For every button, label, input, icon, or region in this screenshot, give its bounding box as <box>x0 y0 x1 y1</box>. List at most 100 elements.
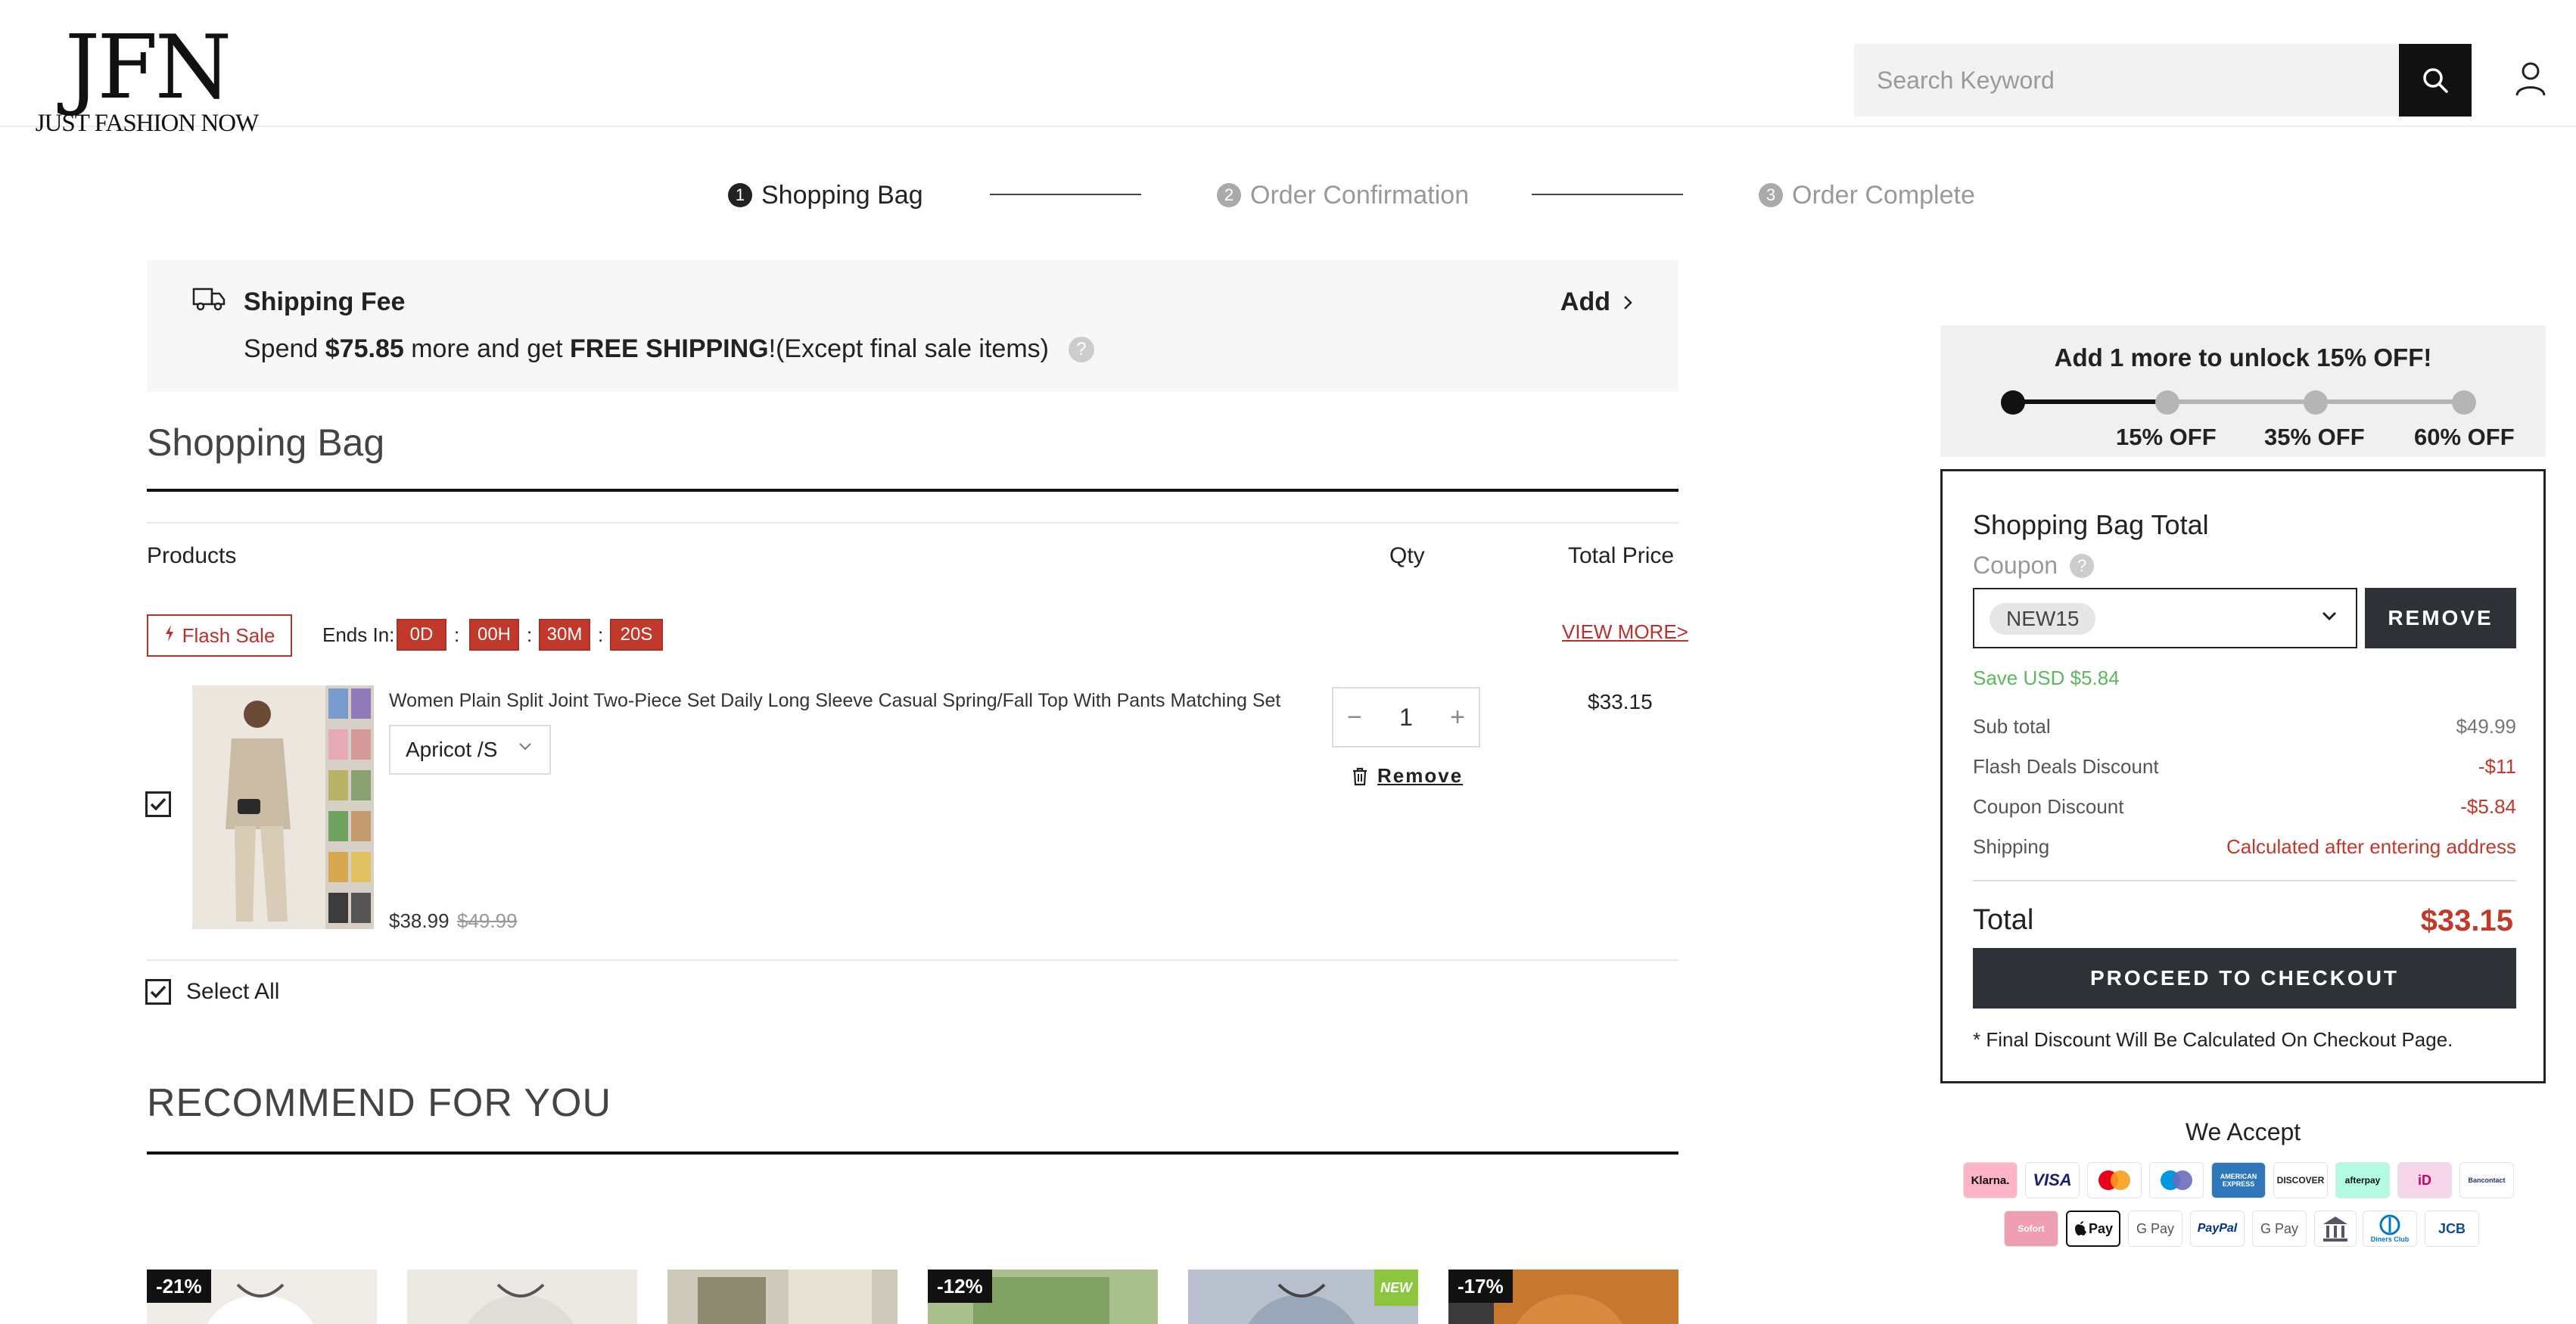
shipping-desc-pre: Spend <box>244 334 325 363</box>
coupon-label: Coupon ? <box>1973 552 2095 580</box>
final-discount-note: * Final Discount Will Be Calculated On C… <box>1973 1028 2453 1051</box>
flash-sale-tag[interactable]: Flash Sale <box>147 614 292 657</box>
mastercard-icon <box>2087 1162 2142 1198</box>
site-header: JFN JUST FASHION NOW <box>0 0 2576 136</box>
proceed-to-checkout-button[interactable]: PROCEED TO CHECKOUT <box>1973 948 2516 1009</box>
recommend-card[interactable]: NEW <box>1188 1270 1418 1324</box>
timer-days: 0D <box>397 619 446 651</box>
recommend-card[interactable]: -17% <box>1448 1270 1678 1324</box>
help-icon[interactable]: ? <box>1068 336 1094 362</box>
progress-tier-dot <box>2452 390 2476 415</box>
total-label: Total <box>1973 904 2034 936</box>
summary-row-shipping: Shipping Calculated after entering addre… <box>1973 835 2516 859</box>
column-header-total-price: Total Price <box>1568 543 1675 568</box>
bancontact-icon: Bancontact <box>2459 1162 2514 1198</box>
coupon-select[interactable]: NEW15 <box>1973 588 2357 648</box>
recommend-card[interactable] <box>667 1270 898 1324</box>
apple-pay-label: Pay <box>2088 1220 2114 1236</box>
progress-start-dot <box>2001 390 2025 415</box>
checkmark-icon <box>150 797 166 811</box>
section-divider <box>147 489 1678 492</box>
decrease-quantity-button[interactable]: − <box>1347 703 1362 732</box>
summary-title: Shopping Bag Total <box>1973 509 2209 540</box>
step-label: Shopping Bag <box>761 180 923 210</box>
chevron-down-icon <box>2322 611 2337 621</box>
new-badge: NEW <box>1374 1270 1418 1306</box>
discount-badge: -12% <box>928 1270 992 1303</box>
timer-separator: : <box>527 623 533 646</box>
discover-icon: DISCOVER <box>2273 1162 2328 1198</box>
summary-value: -$5.84 <box>2460 795 2516 818</box>
site-logo[interactable]: JFN JUST FASHION NOW <box>18 17 275 137</box>
step-number: 2 <box>1217 183 1241 207</box>
recommend-card[interactable]: -12% <box>928 1270 1158 1324</box>
increase-quantity-button[interactable]: + <box>1450 703 1465 732</box>
step-label: Order Complete <box>1792 180 1975 210</box>
order-summary: Shopping Bag Total Coupon ? NEW15 REMOVE… <box>1940 469 2546 1083</box>
flash-sale-label: Flash Sale <box>182 623 275 647</box>
chevron-down-icon <box>519 743 531 751</box>
visa-icon: VISA <box>2025 1162 2080 1198</box>
variant-select[interactable]: Apricot /S <box>389 725 551 775</box>
chevron-right-icon <box>1624 295 1632 309</box>
google-pay-icon: G Pay <box>2128 1211 2182 1247</box>
remove-item-button[interactable]: Remove <box>1352 764 1463 788</box>
variant-value: Apricot /S <box>406 738 498 761</box>
timer-hours: 00H <box>469 619 519 651</box>
divider <box>1973 880 2516 881</box>
search-button[interactable] <box>2399 44 2472 117</box>
diners-club-label: Diners Club <box>2370 1235 2410 1243</box>
recommend-card[interactable] <box>407 1270 637 1324</box>
step-shopping-bag: 1 Shopping Bag <box>728 174 923 216</box>
lightning-icon <box>164 624 175 648</box>
shipping-desc-mid: more and get <box>403 334 571 363</box>
summary-value: Calculated after entering address <box>2226 835 2516 858</box>
product-image[interactable] <box>192 685 374 929</box>
product-price: $38.99 <box>389 909 450 932</box>
summary-row-coupon-discount: Coupon Discount -$5.84 <box>1973 795 2516 819</box>
timer-minutes: 30M <box>539 619 590 651</box>
step-label: Order Confirmation <box>1250 180 1470 210</box>
search-icon <box>2423 68 2448 93</box>
summary-row-flash-discount: Flash Deals Discount -$11 <box>1973 755 2516 779</box>
step-order-confirmation: 2 Order Confirmation <box>1217 174 1469 216</box>
remove-coupon-button[interactable]: REMOVE <box>2365 588 2516 648</box>
amex-icon: AMERICAN EXPRESS <box>2211 1162 2266 1198</box>
diners-club-icon: Diners Club <box>2363 1211 2417 1247</box>
promo-title: Add 1 more to unlock 15% OFF! <box>2054 343 2432 371</box>
maestro-icon <box>2149 1162 2204 1198</box>
view-more-link[interactable]: VIEW MORE> <box>1562 620 1688 644</box>
ideal-icon: iD <box>2397 1162 2452 1198</box>
step-connector <box>990 194 1141 195</box>
column-header-qty: Qty <box>1389 543 1425 568</box>
quantity-value[interactable]: 1 <box>1399 704 1413 732</box>
item-checkbox[interactable] <box>145 791 171 817</box>
add-items-link[interactable]: Add <box>1560 287 1633 317</box>
summary-label: Shipping <box>1973 835 2050 858</box>
summary-label: Sub total <box>1973 715 2051 738</box>
shopping-bag-title: Shopping Bag <box>147 421 385 464</box>
logo-mark: JFN <box>64 17 232 119</box>
we-accept-title: We Accept <box>2185 1118 2301 1145</box>
section-divider <box>147 1152 1678 1155</box>
logo-wordmark: JUST FASHION NOW <box>35 110 259 137</box>
search-input[interactable] <box>1877 66 2399 95</box>
product-name[interactable]: Women Plain Split Joint Two-Piece Set Da… <box>389 690 1280 712</box>
recommend-card[interactable]: -21% <box>147 1270 377 1324</box>
recommend-title: RECOMMEND FOR YOU <box>147 1081 612 1125</box>
select-all-label[interactable]: Select All <box>186 979 279 1005</box>
shipping-fee-description: Spend $75.85 more and get FREE SHIPPING … <box>244 334 1094 364</box>
help-icon[interactable]: ? <box>2070 553 2095 578</box>
coupon-savings: Save USD $5.84 <box>1973 667 2120 689</box>
paypal-icon: PayPal <box>2190 1211 2245 1247</box>
step-number: 3 <box>1759 183 1783 207</box>
account-button[interactable] <box>2509 56 2552 101</box>
search-box <box>1854 44 2399 117</box>
summary-value: -$11 <box>2478 755 2516 778</box>
tier-label: 60% OFF <box>2414 424 2515 450</box>
tier-discount-promo: Add 1 more to unlock 15% OFF! 15% OFF 35… <box>1940 325 2546 457</box>
select-all-checkbox[interactable] <box>145 979 171 1005</box>
checkout-steps: 1 Shopping Bag 2 Order Confirmation 3 Or… <box>0 174 2576 216</box>
step-order-complete: 3 Order Complete <box>1759 174 1975 216</box>
coupon-code-chip: NEW15 <box>1990 603 2096 635</box>
